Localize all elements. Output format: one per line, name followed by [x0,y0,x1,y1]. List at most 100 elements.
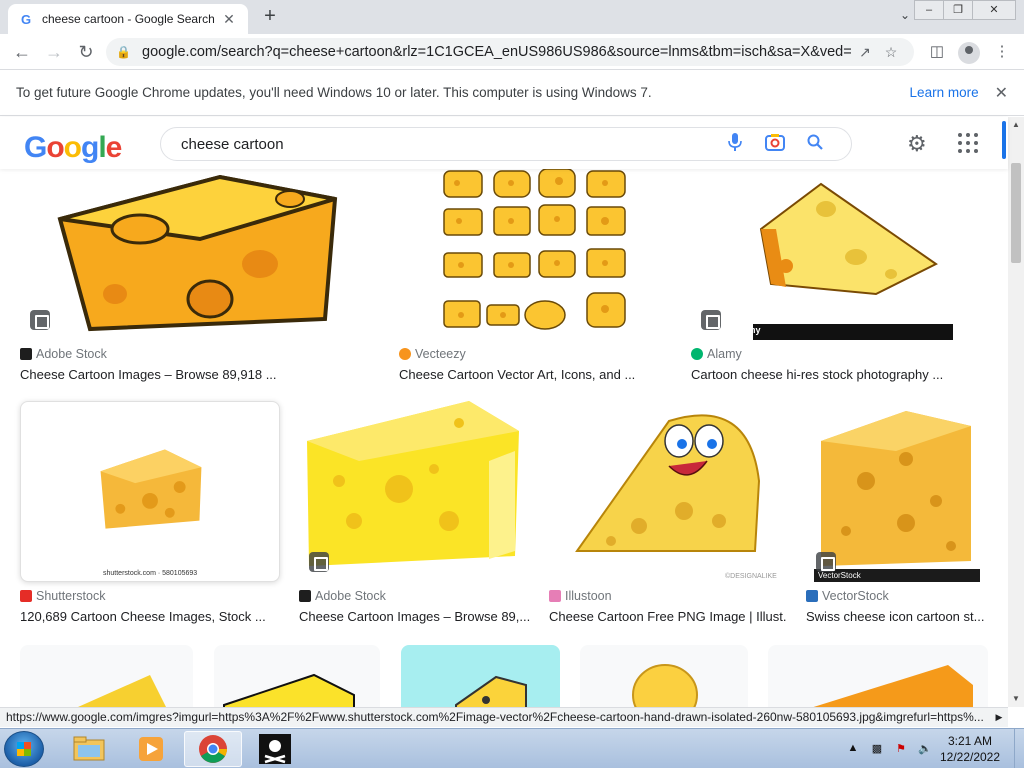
result-source[interactable]: Shutterstock [20,589,105,603]
apps-icon[interactable] [958,133,978,153]
result-thumbnail[interactable] [401,645,560,707]
result-source[interactable]: VectorStock [806,589,889,603]
result-thumbnail[interactable] [299,401,530,582]
title-bar: G cheese cartoon - Google Search ✕ + ⌄ –… [0,0,1024,34]
tab-search-chevron-icon[interactable]: ⌄ [895,8,915,26]
result-thumbnail[interactable] [214,645,380,707]
result-thumbnail[interactable] [768,645,988,707]
image-type-icon [30,310,50,330]
gear-icon[interactable]: ⚙ [907,131,927,157]
adobe-stock-favicon-icon [20,348,32,360]
result-thumbnail[interactable] [399,169,671,340]
result-thumbnail[interactable]: VectorStock [806,401,988,582]
forward-arrow-icon[interactable]: → [42,40,66,64]
scroll-up-arrow-icon[interactable]: ▲ [1008,117,1024,133]
scroll-right-arrow-icon[interactable]: ▶ [990,708,1008,727]
show-desktop-button[interactable] [1014,729,1024,768]
lock-icon[interactable]: 🔒 [116,45,132,59]
result-card[interactable]: Vecteezy Cheese Cartoon Vector Art, Icon… [399,169,671,384]
scroll-down-arrow-icon[interactable]: ▼ [1008,691,1024,707]
side-panel-icon[interactable]: ◫ [926,42,948,62]
close-window-button[interactable]: ✕ [972,0,1016,20]
logo-letter: l [98,131,106,164]
new-tab-button[interactable]: + [258,6,282,28]
result-card[interactable]: VectorStock VectorStock Swiss cheese ico… [806,401,988,626]
taskbar-clock[interactable]: 3:21 AM 12/22/2022 [930,733,1010,765]
result-card[interactable]: shutterstock.com · 580105693 Shutterstoc… [20,401,280,626]
clock-time: 3:21 AM [947,734,993,748]
scrollbar-thumb[interactable] [1011,163,1021,263]
result-caption[interactable]: Cheese Cartoon Images – Browse 89,... [299,609,530,624]
result-thumbnail[interactable] [20,169,380,340]
illustoon-favicon-icon [549,590,561,602]
taskbar-chrome[interactable] [184,731,242,767]
result-source[interactable]: Alamy [691,347,742,361]
result-thumbnail[interactable]: ©DESIGNALIKE [549,401,787,582]
google-logo[interactable]: Google [24,131,122,165]
result-card[interactable]: alamy Alamy Cartoon cheese hi-res stock … [691,169,988,384]
result-thumbnail[interactable] [20,645,193,707]
tab-close-icon[interactable]: ✕ [220,11,238,28]
infobar-message: To get future Google Chrome updates, you… [16,85,652,100]
restore-button[interactable]: ❐ [943,0,973,20]
result-caption[interactable]: Cheese Cartoon Images – Browse 89,918 ..… [20,367,380,382]
folder-icon [73,736,105,761]
result-thumbnail[interactable]: alamy [691,169,988,340]
network-icon[interactable]: ▩ [868,742,886,756]
bookmark-star-icon[interactable]: ☆ [878,44,904,61]
google-header: Google cheese cartoon ⚙ [0,117,1008,169]
reload-icon[interactable]: ↻ [74,40,98,64]
result-card[interactable]: Adobe Stock Cheese Cartoon Images – Brow… [20,169,380,384]
infobar-close-icon[interactable]: ✕ [995,83,1008,103]
mic-icon[interactable] [715,132,755,156]
result-source[interactable]: Adobe Stock [20,347,107,361]
browser-toolbar: ← → ↻ 🔒 google.com/search?q=cheese+carto… [0,34,1024,70]
source-name: Shutterstock [36,589,106,603]
vecteezy-favicon-icon [399,348,411,360]
back-arrow-icon[interactable]: ← [10,40,34,64]
update-infobar: To get future Google Chrome updates, you… [0,70,1024,116]
address-bar[interactable]: 🔒 google.com/search?q=cheese+cartoon&rlz… [106,38,914,66]
search-input[interactable]: cheese cartoon [181,136,715,153]
profile-avatar[interactable] [958,42,980,64]
search-box[interactable]: cheese cartoon [160,127,852,161]
google-favicon-icon: G [20,11,32,27]
page-scrollbar[interactable]: ▲ ▼ [1008,117,1024,707]
status-link-bubble: https://www.google.com/imgres?imgurl=htt… [0,707,1008,727]
image-watermark: alamy [735,325,761,335]
account-indicator [1002,121,1006,159]
result-source[interactable]: Adobe Stock [299,589,386,603]
result-source[interactable]: Vecteezy [399,347,466,361]
result-card[interactable]: Adobe Stock Cheese Cartoon Images – Brow… [299,401,530,626]
camera-icon[interactable] [755,133,795,156]
action-center-flag-icon[interactable]: ⚑ [892,742,910,756]
browser-tab[interactable]: G cheese cartoon - Google Search ✕ [8,4,248,34]
menu-kebab-icon[interactable]: ⋮ [991,42,1013,62]
learn-more-link[interactable]: Learn more [910,85,979,100]
taskbar-pirate-app[interactable] [246,731,304,767]
result-caption[interactable]: Cartoon cheese hi-res stock photography … [691,367,988,382]
result-thumbnail[interactable]: shutterstock.com · 580105693 [20,401,280,582]
source-name: Vecteezy [415,347,466,361]
shutterstock-favicon-icon [20,590,32,602]
result-caption[interactable]: Cheese Cartoon Vector Art, Icons, and ..… [399,367,671,382]
logo-letter: G [24,131,47,164]
minimize-button[interactable]: – [914,0,944,20]
result-source[interactable]: Illustoon [549,589,612,603]
windows-taskbar: ▲ ▩ ⚑ 🔈 3:21 AM 12/22/2022 [0,728,1024,768]
result-caption[interactable]: 120,689 Cartoon Cheese Images, Stock ... [20,609,280,624]
search-icon[interactable] [795,134,835,155]
result-caption[interactable]: Cheese Cartoon Free PNG Image | Illust..… [549,609,787,624]
source-name: Alamy [707,347,742,361]
result-card[interactable]: ©DESIGNALIKE Illustoon Cheese Cartoon Fr… [549,401,787,626]
image-results-grid: Adobe Stock Cheese Cartoon Images – Brow… [0,169,1008,707]
share-icon[interactable]: ↗ [852,44,878,61]
taskbar-media-player[interactable] [122,731,180,767]
show-hidden-icons-icon[interactable]: ▲ [844,742,862,756]
pirate-flag-icon [259,734,291,764]
start-button[interactable] [4,731,44,767]
result-caption[interactable]: Swiss cheese icon cartoon st... [806,609,988,624]
taskbar-explorer[interactable] [60,731,118,767]
url-text[interactable]: google.com/search?q=cheese+cartoon&rlz=1… [142,44,852,60]
result-thumbnail[interactable] [580,645,748,707]
